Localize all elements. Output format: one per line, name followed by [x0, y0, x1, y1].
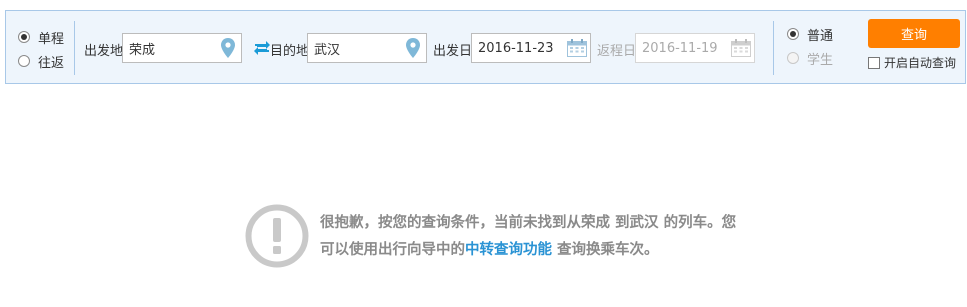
- divider: [773, 21, 774, 75]
- return-date-input[interactable]: 2016-11-19: [635, 33, 755, 63]
- return-date-value: 2016-11-19: [642, 40, 718, 56]
- divider: [74, 21, 75, 75]
- to-station-value: 武汉: [314, 42, 341, 58]
- radio-roundtrip[interactable]: [18, 55, 30, 67]
- from-station-input[interactable]: 荣成: [122, 33, 242, 63]
- auto-query-label: 开启自动查询: [884, 56, 957, 70]
- radio-normal[interactable]: [787, 28, 799, 40]
- radio-oneway[interactable]: [18, 31, 30, 43]
- trip-type-oneway-label: 单程: [38, 31, 65, 47]
- to-label: 目的地: [270, 44, 310, 59]
- trip-type-oneway[interactable]: 单程: [18, 28, 65, 47]
- no-results-message: 很抱歉，按您的查询条件，当前未找到从荣成 到武汉 的列车。您可以使用出行向导中的…: [320, 210, 750, 264]
- query-button[interactable]: 查询: [868, 19, 960, 48]
- to-station-input[interactable]: 武汉: [307, 33, 427, 63]
- search-bar: 单程 往返 出发地 荣成 目的地 武汉 出发日 2016-11-23 返程日 2…: [5, 10, 966, 84]
- trip-type-group: 单程 往返: [18, 28, 64, 76]
- location-pin-icon[interactable]: [400, 34, 426, 62]
- from-station-value: 荣成: [129, 42, 156, 58]
- passenger-type-student[interactable]: 学生: [787, 49, 834, 68]
- auto-query-checkbox[interactable]: [868, 56, 880, 69]
- passenger-type-student-label: 学生: [807, 52, 834, 68]
- from-label: 出发地: [84, 44, 124, 59]
- return-date-label: 返程日: [597, 44, 637, 59]
- passenger-type-normal[interactable]: 普通: [787, 25, 834, 44]
- exclamation-circle-icon: [245, 204, 309, 268]
- passenger-type-group: 普通 学生: [787, 25, 833, 73]
- swap-arrows-icon: [254, 41, 270, 55]
- transfer-query-link[interactable]: 中转查询功能: [465, 242, 552, 258]
- location-pin-icon[interactable]: [215, 34, 241, 62]
- passenger-type-normal-label: 普通: [807, 28, 834, 44]
- trip-type-roundtrip-label: 往返: [38, 55, 65, 71]
- swap-stations-button[interactable]: [252, 39, 272, 57]
- calendar-icon[interactable]: [564, 34, 590, 62]
- no-results-text-2: 查询换乘车次。: [552, 242, 659, 258]
- calendar-icon[interactable]: [728, 34, 754, 62]
- trip-type-roundtrip[interactable]: 往返: [18, 52, 65, 71]
- radio-student[interactable]: [787, 52, 799, 64]
- auto-query-toggle[interactable]: 开启自动查询: [868, 54, 956, 71]
- depart-date-input[interactable]: 2016-11-23: [471, 33, 591, 63]
- depart-date-value: 2016-11-23: [478, 40, 554, 56]
- depart-date-label: 出发日: [433, 44, 473, 59]
